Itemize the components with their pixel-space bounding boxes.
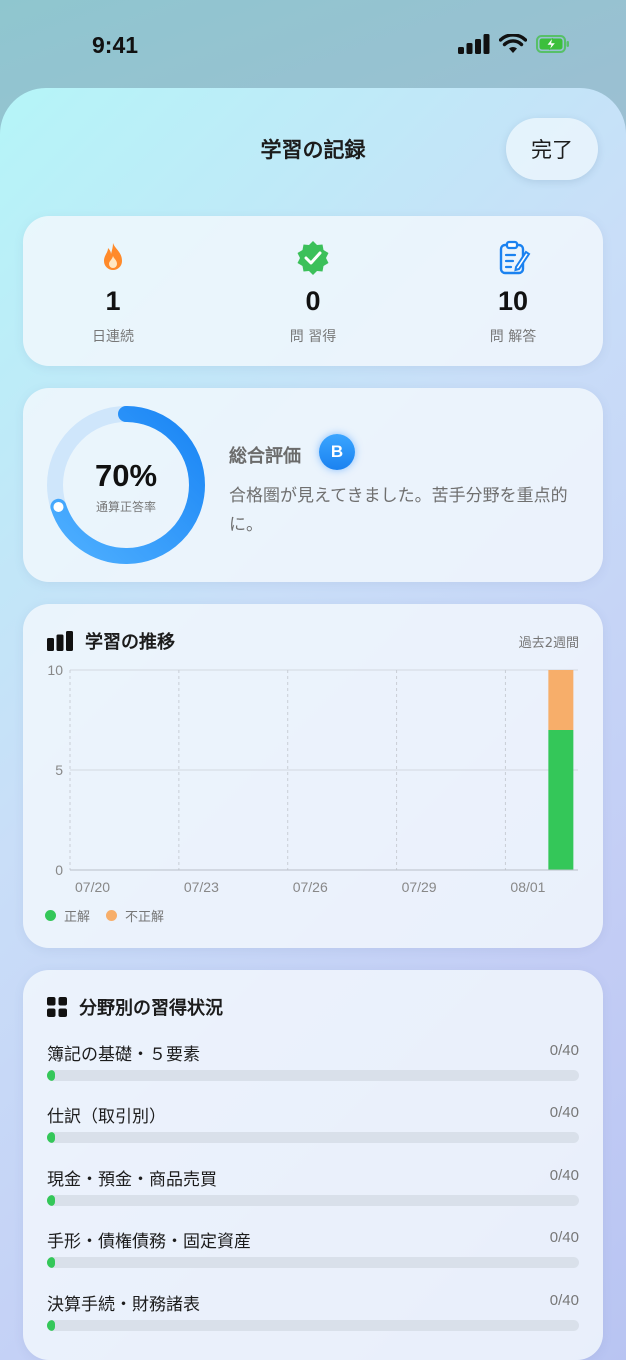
stat-streak-value: 1 bbox=[105, 286, 121, 316]
field-count: 0/40 bbox=[549, 1104, 579, 1121]
evaluation-message: 合格圏が見えてきました。苦手分野を重点的に。 bbox=[229, 486, 568, 535]
chart-bar-incorrect bbox=[548, 670, 574, 730]
field-name: 簿記の基礎・５要素 bbox=[47, 1045, 200, 1065]
status-bar: 9:41 bbox=[0, 0, 626, 90]
field-count: 0/40 bbox=[549, 1292, 579, 1309]
stat-mastered-value: 0 bbox=[305, 286, 321, 316]
chart-legend: 正解 不正解 bbox=[45, 906, 164, 925]
field-progress-fill bbox=[47, 1195, 55, 1206]
field-progress-track bbox=[47, 1257, 579, 1268]
evaluation-title: 総合評価 bbox=[229, 446, 301, 467]
accuracy-label: 通算正答率 bbox=[95, 500, 156, 514]
stat-streak-label: 日連続 bbox=[92, 329, 134, 345]
field-progress-fill bbox=[47, 1132, 55, 1143]
field-progress-fill bbox=[47, 1257, 55, 1268]
stat-answered-value: 10 bbox=[497, 286, 529, 316]
cellular-signal-icon bbox=[458, 34, 490, 54]
field-name: 手形・債権債務・固定資産 bbox=[47, 1232, 251, 1252]
y-tick-label: 5 bbox=[55, 762, 63, 778]
accuracy-percent: 70% bbox=[94, 458, 158, 493]
battery-charging-icon bbox=[536, 35, 569, 53]
field-progress-fill bbox=[47, 1070, 55, 1081]
grade-badge: B bbox=[319, 434, 355, 470]
clipboard-edit-icon bbox=[499, 240, 531, 275]
y-tick-label: 10 bbox=[47, 662, 63, 678]
stat-answered-label: 問 解答 bbox=[489, 329, 537, 345]
field-count: 0/40 bbox=[549, 1167, 579, 1184]
field-name: 仕訳（取引別） bbox=[47, 1107, 166, 1127]
legend-correct-label: 正解 bbox=[64, 910, 91, 925]
field-progress-fill bbox=[47, 1320, 55, 1331]
field-name: 現金・預金・商品売買 bbox=[47, 1170, 217, 1190]
field-progress-track bbox=[47, 1070, 579, 1081]
y-tick-label: 0 bbox=[55, 862, 63, 878]
x-tick-label: 07/20 bbox=[75, 879, 110, 895]
field-progress-track bbox=[47, 1132, 579, 1143]
x-tick-label: 07/26 bbox=[293, 879, 328, 895]
flame-icon bbox=[104, 243, 122, 270]
field-name: 決算手続・財務諸表 bbox=[47, 1295, 200, 1315]
legend-incorrect-dot bbox=[106, 910, 118, 921]
trend-card: 学習の推移 過去2週間 0 5 10 07/20 07/23 07/26 07/29 08/0… bbox=[23, 604, 603, 948]
grid-icon bbox=[47, 997, 67, 1017]
legend-correct-dot bbox=[45, 910, 56, 921]
trend-chart: 0 5 10 07/20 07/23 07/26 07/29 08/01 bbox=[47, 662, 578, 895]
legend-incorrect-label: 不正解 bbox=[125, 910, 165, 925]
verified-badge-icon bbox=[297, 241, 329, 275]
chart-bar-correct bbox=[548, 730, 574, 870]
field-progress-card: 分野別の習得状況 簿記の基礎・５要素 0/40 仕訳（取引別） 0/40 現金・… bbox=[23, 970, 603, 1360]
stat-mastered-label: 問 習得 bbox=[289, 329, 337, 345]
x-tick-label: 07/23 bbox=[184, 879, 219, 895]
field-count: 0/40 bbox=[549, 1042, 579, 1059]
evaluation-card: 70% 通算正答率 総合評価 B 合格圏が見えてきました。苦手分野を重点的に。 bbox=[23, 388, 603, 582]
field-progress-track bbox=[47, 1320, 579, 1331]
stats-card: 1 日連続 0 問 習得 10 問 解答 bbox=[23, 216, 603, 366]
field-progress-track bbox=[47, 1195, 579, 1206]
x-tick-label: 07/29 bbox=[402, 879, 437, 895]
fields-title: 分野別の習得状況 bbox=[79, 998, 223, 1019]
status-icons bbox=[458, 34, 570, 54]
field-count: 0/40 bbox=[549, 1229, 579, 1246]
fields-header: 分野別の習得状況 bbox=[47, 994, 223, 1020]
wifi-icon bbox=[499, 34, 527, 53]
status-time: 9:41 bbox=[92, 32, 139, 58]
x-tick-label: 08/01 bbox=[510, 879, 545, 895]
done-button[interactable]: 完了 bbox=[506, 118, 598, 180]
